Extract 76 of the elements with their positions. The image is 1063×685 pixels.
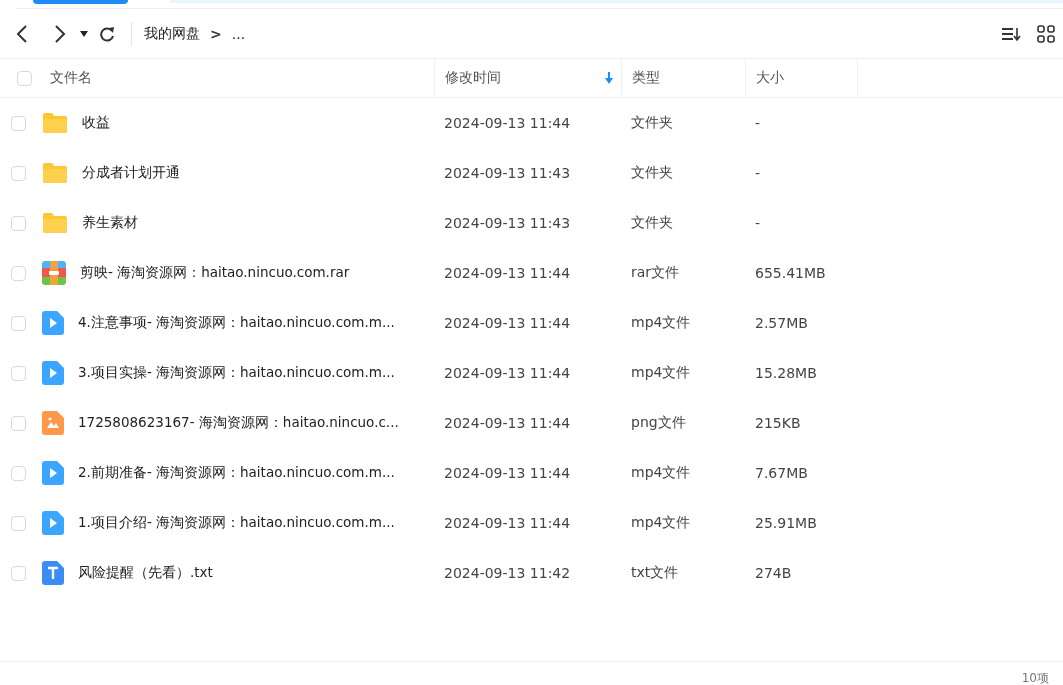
row-checkbox[interactable] <box>11 565 26 581</box>
folder-icon <box>42 212 68 234</box>
modified-time: 2024-09-13 11:44 <box>444 465 571 481</box>
file-size: 215KB <box>755 415 801 431</box>
image-file-icon <box>42 411 64 435</box>
file-type: txt文件 <box>631 564 679 582</box>
video-file-icon <box>42 361 64 385</box>
file-type: mp4文件 <box>631 514 691 532</box>
breadcrumb-item[interactable]: ... <box>231 25 246 42</box>
file-name[interactable]: 风险提醒（先看）.txt <box>78 564 213 582</box>
row-checkbox[interactable] <box>11 365 26 381</box>
breadcrumb-separator: > <box>210 25 222 42</box>
file-name[interactable]: 养生素材 <box>82 214 138 232</box>
archive-icon <box>42 261 66 285</box>
modified-time: 2024-09-13 11:44 <box>444 415 571 431</box>
file-name[interactable]: 1725808623167- 海淘资源网：haitao.nincuo.c... <box>78 414 399 432</box>
file-name[interactable]: 1.项目介绍- 海淘资源网：haitao.nincuo.com.m... <box>78 514 395 532</box>
file-type: png文件 <box>631 414 686 432</box>
modified-time: 2024-09-13 11:44 <box>444 365 571 381</box>
file-size: - <box>755 115 761 131</box>
row-checkbox[interactable] <box>11 315 26 331</box>
file-type: mp4文件 <box>631 364 691 382</box>
column-header[interactable]: 类型 <box>632 69 660 87</box>
video-file-icon <box>42 311 64 335</box>
tab-pill[interactable] <box>33 0 128 4</box>
file-type: 文件夹 <box>631 214 673 232</box>
column-header[interactable]: 大小 <box>756 69 784 87</box>
dropdown-icon[interactable] <box>80 30 88 37</box>
breadcrumb-item[interactable]: 我的网盘 <box>144 24 200 43</box>
modified-time: 2024-09-13 11:42 <box>444 565 571 581</box>
item-count: 10项 <box>1021 671 1049 685</box>
folder-icon <box>42 162 68 184</box>
file-name[interactable]: 4.注意事项- 海淘资源网：haitao.nincuo.com.m... <box>78 314 395 332</box>
file-type: mp4文件 <box>631 314 691 332</box>
video-file-icon <box>42 461 64 485</box>
column-header[interactable]: 文件名 <box>50 69 92 87</box>
row-checkbox[interactable] <box>11 265 26 281</box>
file-name[interactable]: 2.前期准备- 海淘资源网：haitao.nincuo.com.m... <box>78 464 395 482</box>
file-type: 文件夹 <box>631 114 673 132</box>
file-size: - <box>755 165 761 181</box>
modified-time: 2024-09-13 11:43 <box>444 165 571 181</box>
file-size: 15.28MB <box>755 365 817 381</box>
modified-time: 2024-09-13 11:44 <box>444 515 571 531</box>
refresh-icon[interactable] <box>99 25 115 42</box>
grid-view-icon[interactable] <box>1037 24 1055 43</box>
row-checkbox[interactable] <box>11 115 26 131</box>
file-size: - <box>755 215 761 231</box>
file-size: 7.67MB <box>755 465 808 481</box>
row-checkbox[interactable] <box>11 165 26 181</box>
sort-icon[interactable] <box>1001 25 1021 42</box>
file-type: 文件夹 <box>631 164 673 182</box>
file-name[interactable]: 3.项目实操- 海淘资源网：haitao.nincuo.com.m... <box>78 364 395 382</box>
file-size: 2.57MB <box>755 315 808 331</box>
file-name[interactable]: 剪映- 海淘资源网：haitao.nincuo.com.rar <box>80 264 350 282</box>
back-icon[interactable] <box>16 23 28 44</box>
modified-time: 2024-09-13 11:43 <box>444 215 571 231</box>
row-checkbox[interactable] <box>11 215 26 231</box>
file-size: 655.41MB <box>755 265 826 281</box>
folder-icon <box>42 112 68 134</box>
forward-icon[interactable] <box>54 23 66 44</box>
modified-time: 2024-09-13 11:44 <box>444 315 571 331</box>
row-checkbox[interactable] <box>11 515 26 531</box>
file-type: mp4文件 <box>631 464 691 482</box>
text-file-icon <box>42 561 64 585</box>
file-name[interactable]: 分成者计划开通 <box>82 164 180 182</box>
row-checkbox[interactable] <box>11 415 26 431</box>
file-type: rar文件 <box>631 264 680 282</box>
modified-time: 2024-09-13 11:44 <box>444 265 571 281</box>
modified-time: 2024-09-13 11:44 <box>444 115 571 131</box>
column-header[interactable]: 修改时间 <box>445 69 501 87</box>
video-file-icon <box>42 511 64 535</box>
select-all-checkbox[interactable] <box>17 70 32 86</box>
file-name[interactable]: 收益 <box>82 114 110 132</box>
file-size: 25.91MB <box>755 515 817 531</box>
row-checkbox[interactable] <box>11 465 26 481</box>
file-size: 274B <box>755 565 792 581</box>
